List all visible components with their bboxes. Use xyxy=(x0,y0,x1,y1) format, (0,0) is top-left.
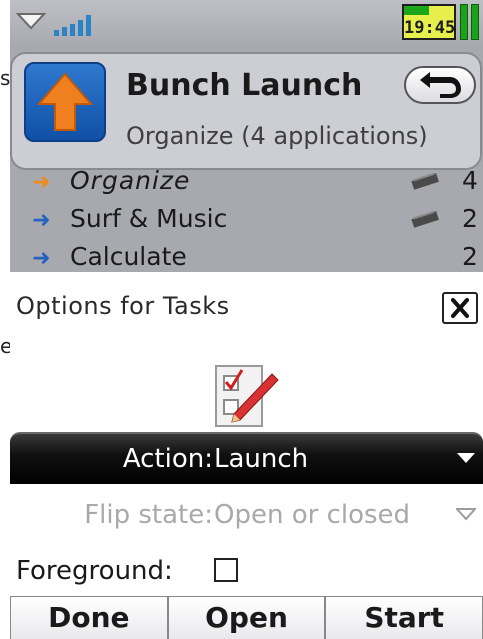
back-arrow-icon xyxy=(420,72,461,98)
screenshot: s e 19:45 Bunch Launch Organize (4 appli… xyxy=(0,0,483,639)
action-label: Action: xyxy=(122,444,213,474)
arrow-bullet-icon: ➜ xyxy=(32,170,51,195)
start-button[interactable]: Start xyxy=(325,596,483,639)
action-field[interactable]: Action: Launch xyxy=(10,432,483,484)
back-button[interactable] xyxy=(404,66,476,104)
memory-chip-icon xyxy=(410,172,440,194)
task-name: Organize xyxy=(70,166,191,195)
memory-chip-icon xyxy=(410,210,440,232)
dialog-title: Options for Tasks xyxy=(16,292,230,320)
task-name: Surf & Music xyxy=(70,204,228,233)
open-button[interactable]: Open xyxy=(167,596,326,639)
left-edge-background xyxy=(0,0,10,639)
task-count: 4 xyxy=(462,166,478,195)
close-x-icon xyxy=(451,298,469,318)
flip-state-field[interactable]: Flip state: Open or closed xyxy=(10,490,483,540)
app-subtitle: Organize (4 applications) xyxy=(126,122,428,150)
action-value: Launch xyxy=(214,444,309,474)
signal-strength-icon xyxy=(54,12,91,36)
task-count: 2 xyxy=(462,204,478,233)
app-header-card: Bunch Launch Organize (4 applications) xyxy=(10,52,482,170)
softkey-bar: Done Open Start xyxy=(10,596,483,639)
task-count: 2 xyxy=(462,242,478,271)
foreground-label: Foreground: xyxy=(16,556,173,586)
task-name: Calculate xyxy=(70,242,187,271)
arrow-bullet-icon: ➜ xyxy=(32,246,51,271)
battery-bars-icon xyxy=(460,4,479,40)
battery-icon: 19:45 xyxy=(402,4,456,40)
flip-state-label: Flip state: xyxy=(84,500,213,530)
close-button[interactable] xyxy=(442,292,478,324)
status-bar: 19:45 xyxy=(10,0,483,44)
app-title: Bunch Launch xyxy=(126,68,363,103)
dropdown-arrow-icon xyxy=(456,450,476,469)
left-edge-glyph-top: s xyxy=(0,66,11,90)
task-list-item[interactable]: ➜ Surf & Music 2 xyxy=(10,200,483,240)
checklist-pencil-icon xyxy=(208,360,280,432)
options-dialog: Options for Tasks Action: Launch Flip st… xyxy=(10,272,483,639)
orange-up-arrow-icon xyxy=(24,62,106,142)
phone-screen: 19:45 Bunch Launch Organize (4 applicati… xyxy=(10,0,483,639)
clock-time: 19:45 xyxy=(404,18,456,38)
arrow-bullet-icon: ➜ xyxy=(32,208,51,233)
done-button[interactable]: Done xyxy=(10,596,168,639)
task-list-area: Bunch Launch Organize (4 applications) ➜… xyxy=(10,44,483,272)
foreground-checkbox[interactable] xyxy=(214,558,238,582)
status-arrow-icon xyxy=(15,10,47,36)
battery-level-fill xyxy=(404,6,429,15)
task-list-item[interactable]: ➜ Organize 4 xyxy=(10,162,483,202)
flip-state-value: Open or closed xyxy=(214,500,411,530)
dropdown-arrow-icon xyxy=(454,506,478,525)
